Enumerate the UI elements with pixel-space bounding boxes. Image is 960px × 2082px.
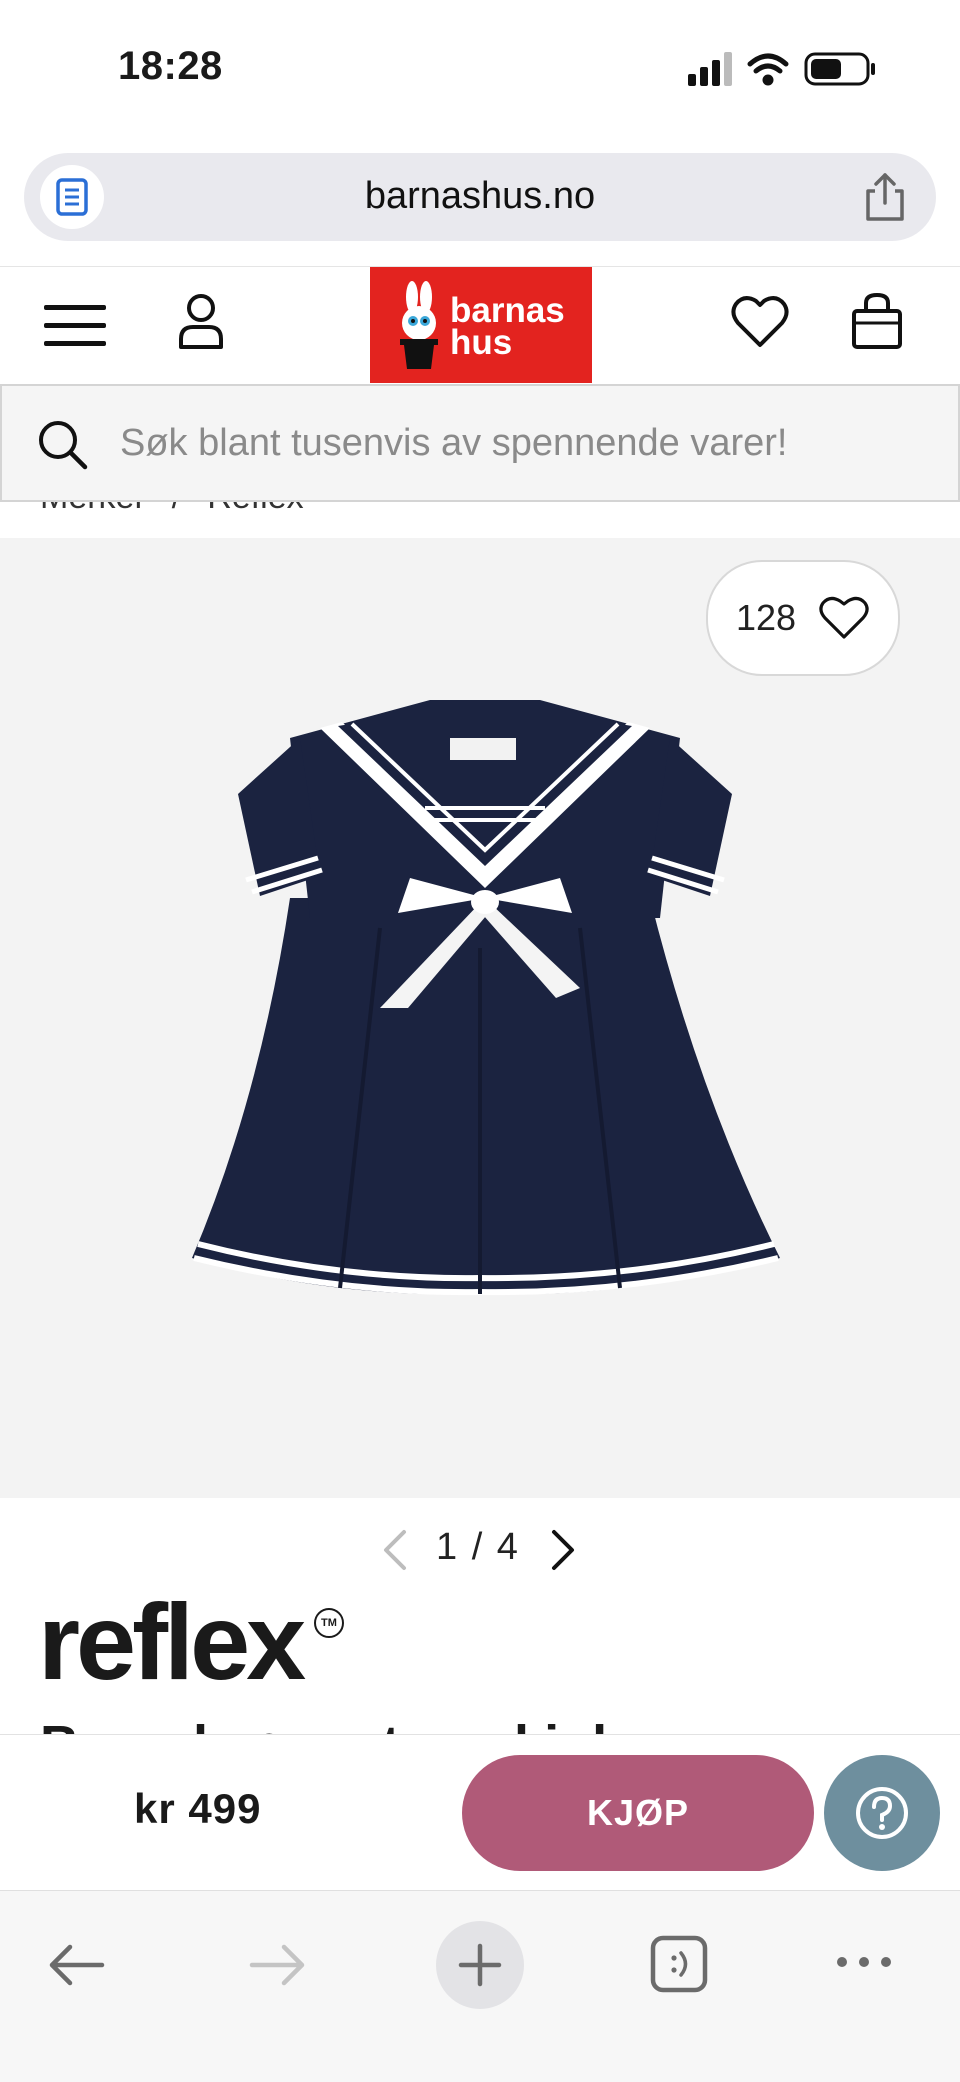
- help-button[interactable]: [824, 1755, 940, 1871]
- buy-bar: kr 499 KJØP: [0, 1734, 960, 1891]
- status-icons: [688, 50, 880, 90]
- wishlist-heart-icon[interactable]: [730, 293, 790, 353]
- trademark-mark: TM: [314, 1608, 344, 1638]
- rabbit-logo-icon: [400, 281, 438, 369]
- pager-counter: 1 / 4: [436, 1526, 520, 1568]
- image-pager: 1 / 4: [380, 1522, 580, 1578]
- battery-icon: [804, 52, 875, 86]
- heart-icon: [819, 596, 869, 639]
- address-bar[interactable]: barnashus.no: [24, 153, 936, 241]
- back-arrow-icon[interactable]: [46, 1943, 106, 1987]
- question-icon: [856, 1787, 908, 1839]
- barnashus-logo[interactable]: barnas hus: [370, 267, 592, 383]
- url-text[interactable]: barnashus.no: [24, 175, 936, 218]
- search-bar[interactable]: [0, 384, 960, 502]
- hamburger-menu-icon[interactable]: [42, 301, 108, 351]
- search-input[interactable]: [120, 416, 920, 470]
- brand-logo[interactable]: reflex: [38, 1588, 306, 1696]
- chevron-left-icon[interactable]: [380, 1528, 410, 1572]
- buy-button[interactable]: KJØP: [462, 1755, 814, 1871]
- wifi-icon: [747, 53, 789, 86]
- new-tab-button[interactable]: [436, 1921, 524, 2009]
- share-icon[interactable]: [860, 171, 910, 223]
- site-header: barnas hus: [0, 266, 960, 383]
- signal-icon: [688, 52, 732, 86]
- tabs-icon[interactable]: [650, 1935, 708, 1993]
- account-icon[interactable]: [176, 291, 226, 351]
- shopping-bag-icon[interactable]: [850, 291, 904, 353]
- sailor-dress-image[interactable]: [180, 698, 790, 1338]
- browser-toolbar: [0, 1890, 960, 2082]
- chevron-right-icon[interactable]: [548, 1528, 578, 1572]
- product-gallery[interactable]: 128: [0, 538, 960, 1498]
- status-time: 18:28: [118, 44, 223, 88]
- search-icon[interactable]: [36, 418, 88, 470]
- logo-text-line2: hus: [450, 323, 513, 362]
- more-options-icon[interactable]: [834, 1947, 894, 1977]
- like-count: 128: [735, 597, 797, 638]
- forward-arrow-icon[interactable]: [248, 1943, 308, 1987]
- plus-icon: [458, 1943, 502, 1987]
- product-price: kr 499: [134, 1785, 262, 1832]
- like-button[interactable]: 128: [706, 560, 900, 676]
